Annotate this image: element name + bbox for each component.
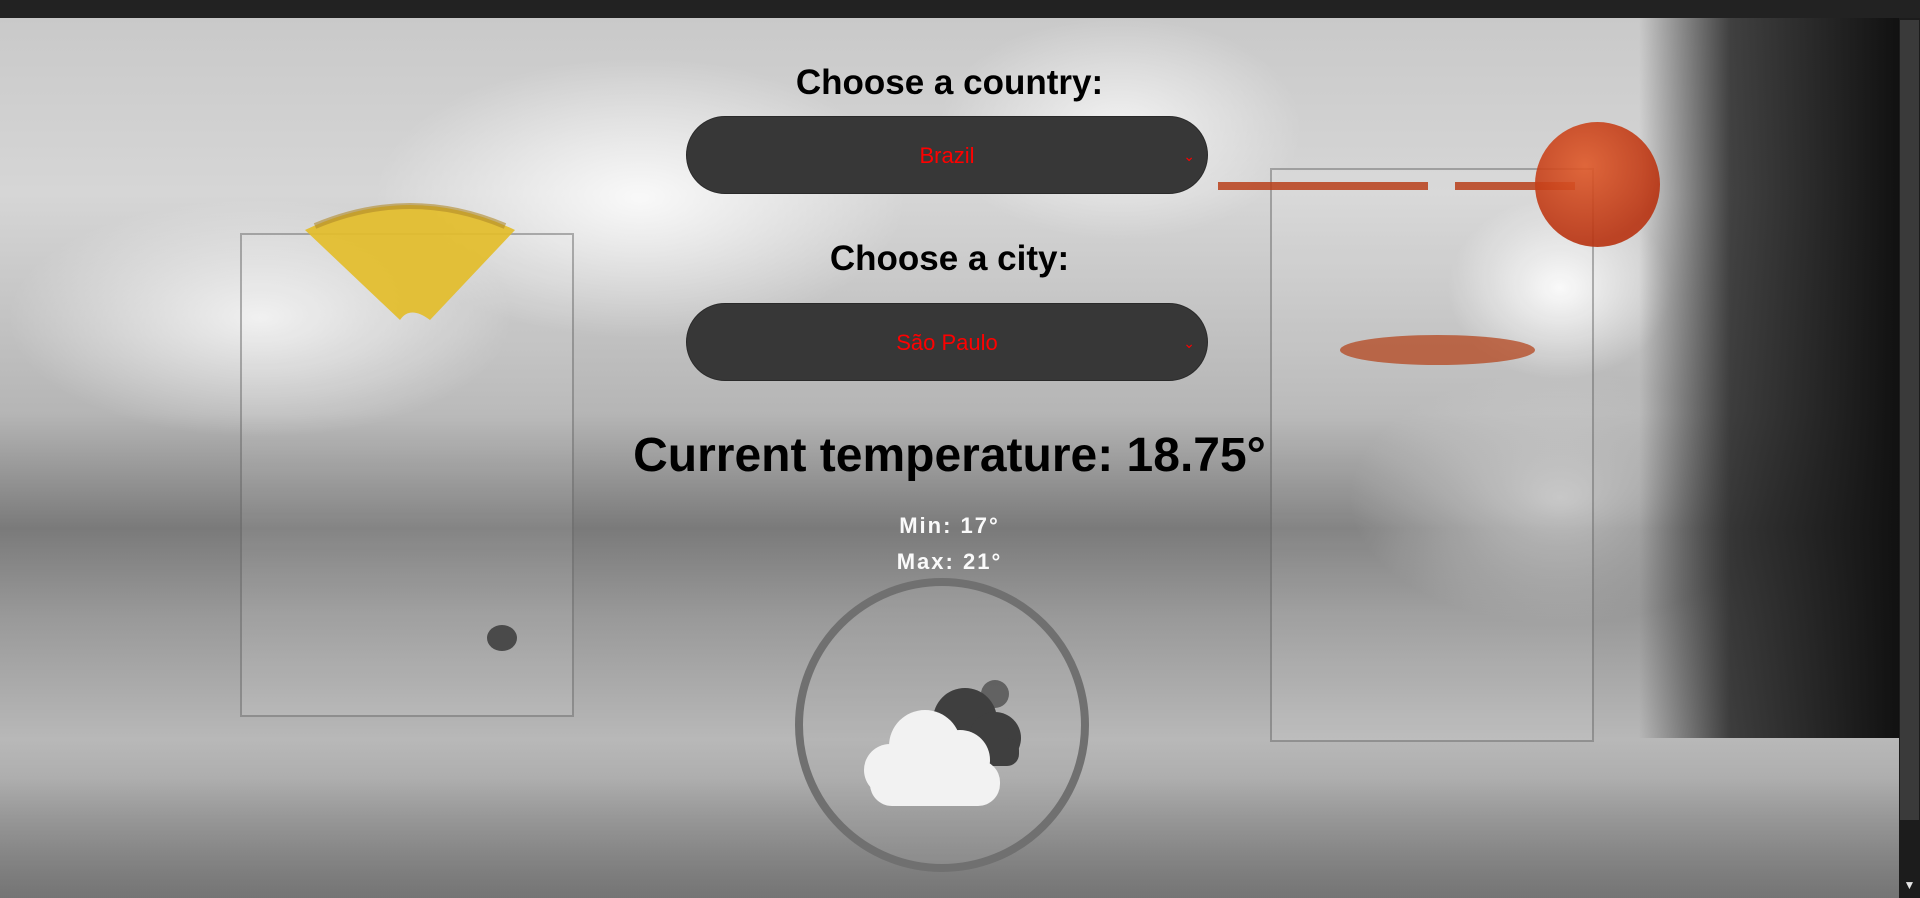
country-label: Choose a country: bbox=[795, 63, 1104, 102]
partly-cloudy-icon bbox=[864, 680, 1021, 806]
scrollbar-thumb[interactable] bbox=[1900, 20, 1919, 820]
browser-top-strip bbox=[0, 0, 1920, 18]
min-temperature: Min: 17° bbox=[899, 513, 1000, 538]
country-select-value: Brazil bbox=[919, 143, 975, 168]
country-select[interactable]: Brazil ⌄ bbox=[686, 116, 1208, 194]
app-viewport: Choose a country: Brazil ⌄ Choose a city… bbox=[0, 0, 1920, 898]
city-select[interactable]: São Paulo ⌄ bbox=[686, 303, 1208, 381]
max-temperature: Max: 21° bbox=[896, 549, 1003, 574]
chevron-down-icon: ⌄ bbox=[1183, 148, 1195, 164]
scroll-down-icon[interactable]: ▼ bbox=[1900, 876, 1919, 894]
city-select-value: São Paulo bbox=[896, 330, 998, 355]
city-label: Choose a city: bbox=[829, 239, 1070, 278]
chevron-down-icon: ⌄ bbox=[1183, 335, 1195, 351]
current-temperature: Current temperature: 18.75° bbox=[633, 429, 1266, 482]
